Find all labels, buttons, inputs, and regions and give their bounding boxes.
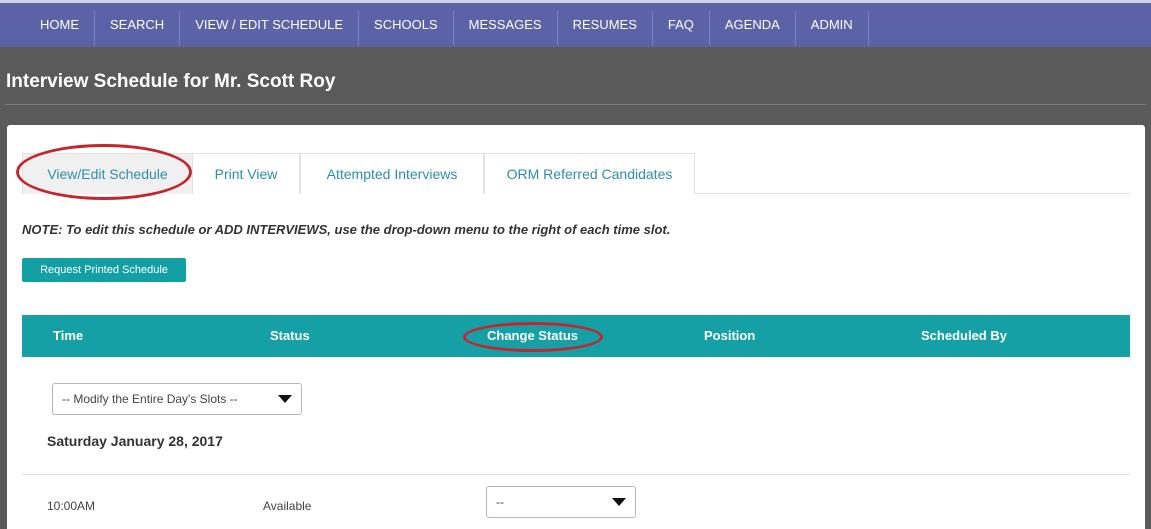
chevron-down-icon — [612, 498, 626, 506]
nav-resumes[interactable]: RESUMES — [558, 11, 653, 45]
modify-day-slots-value: -- Modify the Entire Day's Slots -- — [62, 392, 238, 406]
header-status: Status — [270, 328, 310, 343]
header-change-status: Change Status — [487, 328, 579, 343]
tab-print-view[interactable]: Print View — [192, 153, 300, 194]
slot-status: Available — [263, 499, 312, 513]
request-printed-schedule-button[interactable]: Request Printed Schedule — [22, 258, 186, 282]
slot-time: 10:00AM — [47, 499, 96, 513]
row-divider — [22, 474, 1130, 475]
edit-note: NOTE: To edit this schedule or ADD INTER… — [22, 222, 671, 237]
header-position: Position — [704, 328, 756, 343]
main-nav: HOME SEARCH VIEW / EDIT SCHEDULE SCHOOLS… — [25, 11, 869, 45]
nav-home[interactable]: HOME — [25, 11, 95, 45]
change-status-value: -- — [496, 495, 504, 509]
nav-agenda[interactable]: AGENDA — [710, 11, 796, 45]
schedule-tabs: View/Edit Schedule Print View Attempted … — [22, 153, 1130, 194]
nav-admin[interactable]: ADMIN — [796, 11, 869, 45]
change-status-select[interactable]: -- — [486, 486, 636, 518]
tab-attempted-interviews[interactable]: Attempted Interviews — [300, 153, 484, 194]
modify-day-slots-select[interactable]: -- Modify the Entire Day's Slots -- — [52, 383, 302, 415]
nav-search[interactable]: SEARCH — [95, 11, 181, 45]
header-time: Time — [53, 328, 84, 343]
day-label: Saturday January 28, 2017 — [47, 433, 223, 449]
tab-orm-referred-candidates[interactable]: ORM Referred Candidates — [484, 153, 695, 194]
nav-faq[interactable]: FAQ — [653, 11, 710, 45]
chevron-down-icon — [278, 395, 292, 403]
header-scheduled-by: Scheduled By — [921, 328, 1007, 343]
nav-view-edit-schedule[interactable]: VIEW / EDIT SCHEDULE — [180, 11, 360, 45]
schedule-table-header: Time Status Change Status Position Sched… — [22, 315, 1130, 357]
page-title: Interview Schedule for Mr. Scott Roy — [6, 71, 336, 92]
nav-schools[interactable]: SCHOOLS — [359, 11, 454, 45]
schedule-panel: View/Edit Schedule Print View Attempted … — [7, 125, 1145, 529]
top-navigation-bar: HOME SEARCH VIEW / EDIT SCHEDULE SCHOOLS… — [0, 0, 1151, 47]
title-divider — [5, 104, 1146, 105]
nav-messages[interactable]: MESSAGES — [454, 11, 558, 45]
tab-view-edit-schedule[interactable]: View/Edit Schedule — [22, 153, 193, 194]
